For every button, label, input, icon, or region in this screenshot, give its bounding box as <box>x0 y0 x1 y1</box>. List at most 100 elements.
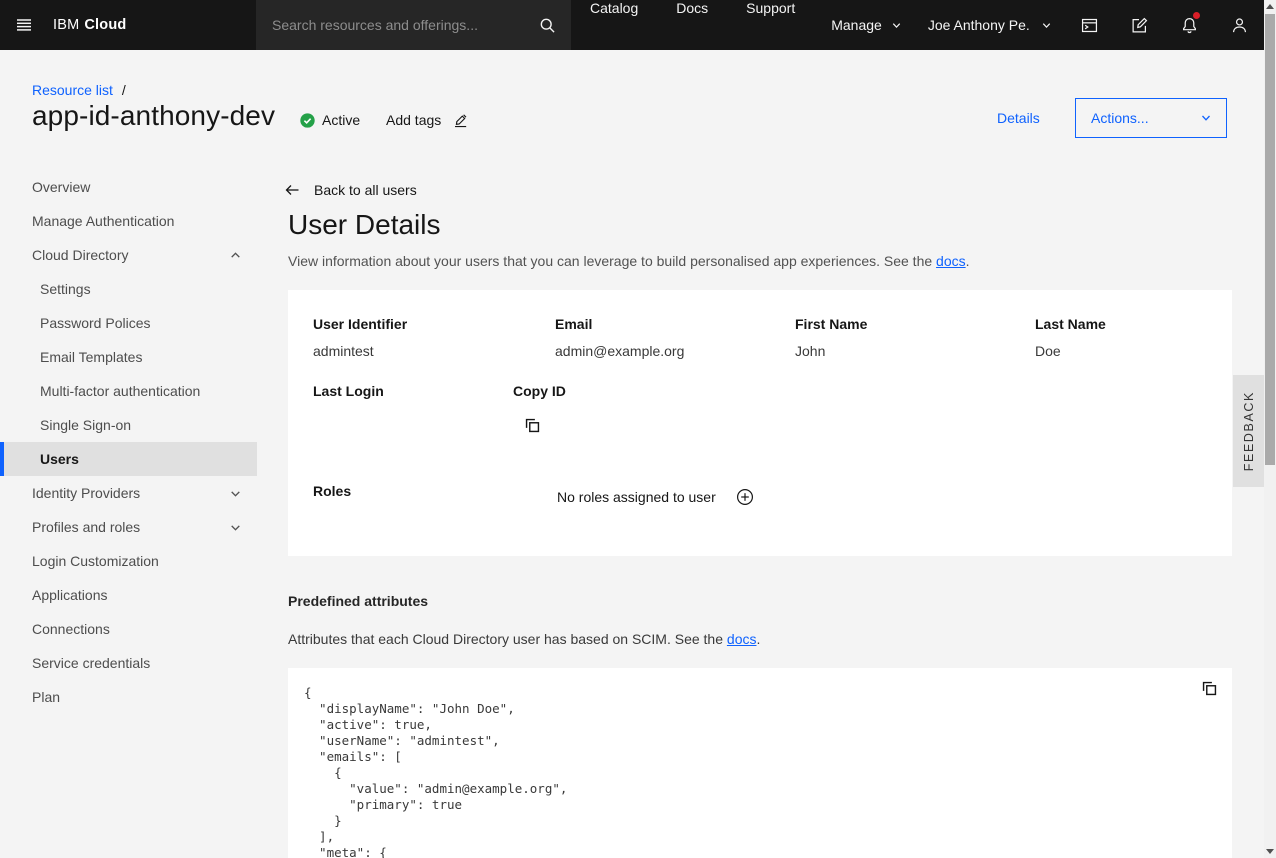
nav-support[interactable]: Support <box>727 0 814 50</box>
field-label-roles: Roles <box>313 483 351 499</box>
code-line: "active": true, <box>304 717 567 733</box>
brand-prefix: IBM <box>53 17 79 33</box>
profile-button[interactable] <box>1214 0 1264 50</box>
code-line: "emails": [ <box>304 749 567 765</box>
sidebar-item-login-customization[interactable]: Login Customization <box>0 544 257 578</box>
code-line: "userName": "admintest", <box>304 733 567 749</box>
sidebar-item-overview[interactable]: Overview <box>0 170 257 204</box>
add-tags-label: Add tags <box>386 112 441 128</box>
actions-dropdown[interactable]: Actions... <box>1075 98 1227 138</box>
sidebar-item-multi-factor-authentication[interactable]: Multi-factor authentication <box>0 374 257 408</box>
chevron-down-icon <box>229 521 242 534</box>
scrollbar-down-arrow[interactable] <box>1266 849 1274 854</box>
feedback-tab[interactable]: FEEDBACK <box>1233 375 1264 487</box>
copy-code-button[interactable] <box>1200 679 1219 698</box>
field-value-last-name: Doe <box>1035 343 1061 359</box>
sidebar-item-label: Manage Authentication <box>32 213 174 229</box>
roles-empty-text: No roles assigned to user <box>557 489 716 505</box>
sidebar-item-password-polices[interactable]: Password Polices <box>0 306 257 340</box>
code-line: "meta": { <box>304 845 567 858</box>
ibm-cloud-logo[interactable]: IBM Cloud <box>53 0 126 50</box>
scim-attributes-code-block: { "displayName": "John Doe", "active": t… <box>288 668 1232 858</box>
manage-label: Manage <box>831 17 882 33</box>
field-label-last-login: Last Login <box>313 383 384 399</box>
sidebar-item-applications[interactable]: Applications <box>0 578 257 612</box>
field-label-user-identifier: User Identifier <box>313 316 407 332</box>
sidebar-item-cloud-directory[interactable]: Cloud Directory <box>0 238 257 272</box>
section-title: User Details <box>288 209 440 241</box>
vertical-scrollbar[interactable] <box>1264 0 1276 858</box>
predefined-attributes-title: Predefined attributes <box>288 593 428 609</box>
description-text: View information about your users that y… <box>288 253 936 269</box>
status-label: Active <box>322 112 360 128</box>
manage-menu-button[interactable]: Manage <box>814 0 914 50</box>
sidebar-item-label: Service credentials <box>32 655 150 671</box>
sidebar-nav: Overview Manage Authentication Cloud Dir… <box>0 170 257 714</box>
code-line: } <box>304 813 567 829</box>
sidebar-item-settings[interactable]: Settings <box>0 272 257 306</box>
docs-link[interactable]: docs <box>936 253 966 269</box>
sidebar-item-email-templates[interactable]: Email Templates <box>0 340 257 374</box>
sidebar-item-manage-authentication[interactable]: Manage Authentication <box>0 204 257 238</box>
hamburger-icon <box>14 15 34 35</box>
sidebar-item-single-sign-on[interactable]: Single Sign-on <box>0 408 257 442</box>
notifications-button[interactable] <box>1164 0 1214 50</box>
field-label-copy-id: Copy ID <box>513 383 566 399</box>
user-details-card: User Identifier Email First Name Last Na… <box>288 290 1232 556</box>
field-label-email: Email <box>555 316 592 332</box>
sidebar-item-service-credentials[interactable]: Service credentials <box>0 646 257 680</box>
header-nav: Catalog Docs Support Manage Joe Anthony … <box>571 0 1064 50</box>
app-window: IBM Cloud Catalog Docs Support Manage Jo <box>0 0 1276 858</box>
web-terminal-icon <box>1080 16 1099 35</box>
account-menu-button[interactable]: Joe Anthony Pe... <box>914 0 1064 50</box>
field-value-user-identifier: admintest <box>313 343 374 359</box>
chevron-down-icon <box>1041 20 1052 31</box>
sidebar-item-label: Profiles and roles <box>32 519 140 535</box>
sidebar-item-label: Identity Providers <box>32 485 140 501</box>
breadcrumb-resource-list-link[interactable]: Resource list <box>32 82 113 98</box>
doc-survey-button[interactable] <box>1114 0 1164 50</box>
nav-catalog[interactable]: Catalog <box>571 0 657 50</box>
scrollbar-up-arrow[interactable] <box>1266 4 1274 9</box>
sidebar-item-label: Login Customization <box>32 553 159 569</box>
top-header: IBM Cloud Catalog Docs Support Manage Jo <box>0 0 1276 50</box>
user-avatar-icon <box>1230 16 1249 35</box>
search-button[interactable] <box>523 0 571 50</box>
global-search <box>256 0 571 50</box>
chevron-up-icon <box>229 249 242 262</box>
back-link-label: Back to all users <box>314 182 417 198</box>
sidebar-item-plan[interactable]: Plan <box>0 680 257 714</box>
sidebar-item-label: Cloud Directory <box>32 247 128 263</box>
sidebar-item-identity-providers[interactable]: Identity Providers <box>0 476 257 510</box>
sidebar-item-label: Multi-factor authentication <box>40 383 200 399</box>
back-to-all-users-link[interactable]: Back to all users <box>283 181 417 199</box>
field-label-first-name: First Name <box>795 316 867 332</box>
code-line: { <box>304 685 567 701</box>
active-check-icon <box>300 113 315 128</box>
web-terminal-button[interactable] <box>1064 0 1114 50</box>
scrollbar-thumb[interactable] <box>1265 14 1275 465</box>
details-link[interactable]: Details <box>997 110 1040 126</box>
code-content: { "displayName": "John Doe", "active": t… <box>304 685 567 858</box>
field-label-last-name: Last Name <box>1035 316 1106 332</box>
add-tags-button[interactable]: Add tags <box>386 110 469 130</box>
sidebar-item-label: Applications <box>32 587 108 603</box>
copy-id-button[interactable] <box>523 416 542 435</box>
sidebar-item-profiles-and-roles[interactable]: Profiles and roles <box>0 510 257 544</box>
hamburger-menu-button[interactable] <box>0 0 48 50</box>
search-input[interactable] <box>256 0 523 50</box>
sidebar-item-connections[interactable]: Connections <box>0 612 257 646</box>
nav-docs[interactable]: Docs <box>657 0 727 50</box>
chevron-down-icon <box>1200 112 1212 124</box>
sidebar-item-label: Settings <box>40 281 91 297</box>
add-role-button[interactable] <box>735 487 755 507</box>
docs-link[interactable]: docs <box>727 631 757 647</box>
notification-dot <box>1193 12 1200 19</box>
description-text: . <box>966 253 970 269</box>
status-badge: Active <box>300 112 360 128</box>
sidebar-item-label: Users <box>40 451 79 467</box>
account-label: Joe Anthony Pe... <box>928 17 1030 33</box>
chevron-down-icon <box>891 20 902 31</box>
sidebar-item-users[interactable]: Users <box>0 442 257 476</box>
copy-icon <box>523 416 542 435</box>
